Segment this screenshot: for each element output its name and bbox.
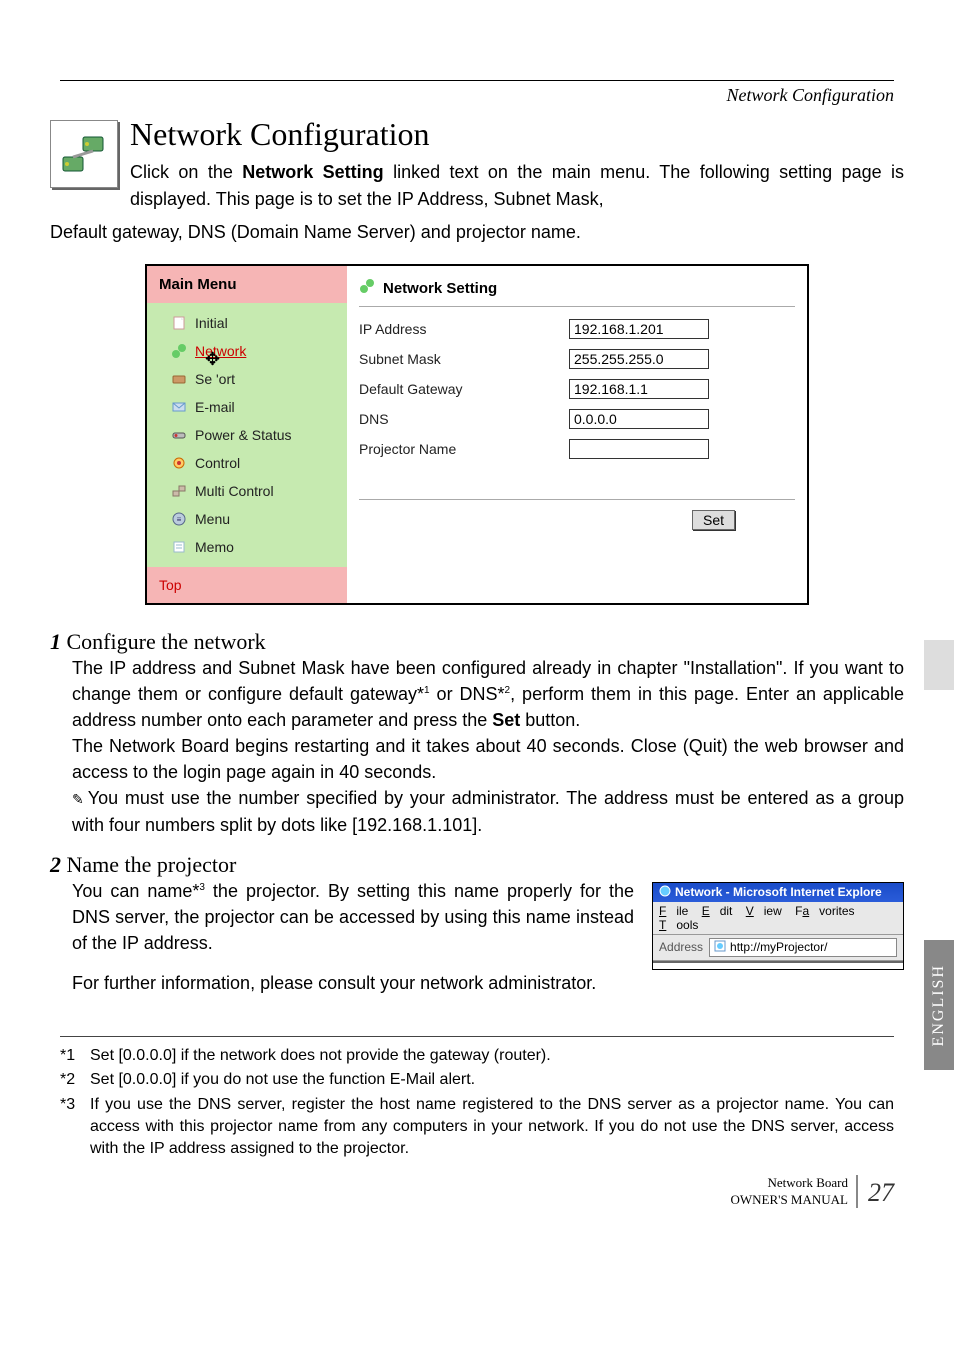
menu-list: Initial Network ✥ Se 'ort E-mail [147, 303, 347, 567]
footnotes: *1Set [0.0.0.0] if the network does not … [50, 1045, 904, 1161]
menu-icon: ≡ [171, 511, 187, 527]
menu-item-setting-port[interactable]: Se 'ort [147, 365, 347, 393]
ie-icon [659, 885, 671, 900]
set-button[interactable]: Set [692, 510, 735, 530]
menu-item-menu[interactable]: ≡ Menu [147, 505, 347, 533]
dns-input[interactable] [569, 409, 709, 429]
network-setting-panel: Network Setting IP Address Subnet Mask D… [347, 266, 807, 603]
sidebar-title: Main Menu [147, 266, 347, 303]
browser-menubar: FFileile Edit View Favorites Tools [653, 902, 903, 935]
network-section-icon [50, 120, 118, 188]
menu-item-network[interactable]: Network ✥ [147, 337, 347, 365]
menu-item-power-status[interactable]: Power & Status [147, 421, 347, 449]
network-icon [359, 278, 375, 298]
page-number: 27 [868, 1178, 894, 1208]
address-input[interactable]: http://myProjector/ [709, 938, 897, 957]
step-title: Configure the network [61, 629, 266, 654]
browser-address-bar: Address http://myProjector/ [653, 935, 903, 961]
ip-address-input[interactable] [569, 319, 709, 339]
menu-item-email[interactable]: E-mail [147, 393, 347, 421]
footnote-separator [60, 1036, 894, 1037]
projector-name-input[interactable] [569, 439, 709, 459]
step2-paragraph2: For further information, please consult … [72, 970, 904, 996]
running-header: Network Configuration [50, 81, 904, 116]
multi-control-icon [171, 483, 187, 499]
menu-tools[interactable]: Tools [659, 918, 698, 932]
menu-item-memo[interactable]: Memo [147, 533, 347, 561]
browser-window: Network - Microsoft Internet Explore FFi… [652, 882, 904, 970]
menu-view[interactable]: View [746, 904, 782, 918]
language-tab: ENGLISH [924, 940, 954, 1070]
menu-favorites[interactable]: Favorites [795, 904, 854, 918]
thumb-tab [924, 640, 954, 690]
memo-icon [171, 539, 187, 555]
menu-edit[interactable]: Edit [702, 904, 733, 918]
subnet-mask-input[interactable] [569, 349, 709, 369]
field-projector-name: Projector Name [359, 439, 795, 459]
step-number: 1 [50, 629, 61, 654]
port-icon [171, 371, 187, 387]
page-icon [171, 315, 187, 331]
menu-item-multi-control[interactable]: Multi Control [147, 477, 347, 505]
top-link[interactable]: Top [147, 567, 347, 603]
field-ip-address: IP Address [359, 319, 795, 339]
step-1: 1 Configure the network The IP address a… [50, 629, 904, 838]
page-footer: Network Board OWNER'S MANUAL 27 [50, 1175, 904, 1209]
step-title: Name the projector [61, 852, 236, 877]
intro-continuation: Default gateway, DNS (Domain Name Server… [50, 219, 904, 246]
control-icon [171, 455, 187, 471]
field-dns: DNS [359, 409, 795, 429]
page-title: Network Configuration [130, 116, 904, 153]
step1-note: ✎You must use the number specified by yo… [72, 785, 904, 837]
ie-page-icon [714, 940, 726, 955]
field-subnet-mask: Subnet Mask [359, 349, 795, 369]
intro-paragraph: Click on the Network Setting linked text… [130, 159, 904, 213]
default-gateway-input[interactable] [569, 379, 709, 399]
power-icon [171, 427, 187, 443]
svg-text:≡: ≡ [177, 515, 182, 524]
network-setting-window: Main Menu Initial Network ✥ Se 'ort [145, 264, 809, 605]
panel-title: Network Setting [359, 274, 795, 307]
main-menu-sidebar: Main Menu Initial Network ✥ Se 'ort [147, 266, 347, 603]
network-icon [171, 343, 187, 359]
pencil-icon: ✎ [72, 791, 84, 807]
step-2: 2 Name the projector You can name*3 the … [50, 852, 904, 996]
browser-titlebar: Network - Microsoft Internet Explore [653, 883, 903, 902]
menu-item-control[interactable]: Control [147, 449, 347, 477]
menu-file[interactable]: FFileile [659, 904, 688, 918]
step-number: 2 [50, 852, 61, 877]
step1-paragraph2: The Network Board begins restarting and … [72, 733, 904, 785]
menu-item-initial[interactable]: Initial [147, 309, 347, 337]
browser-content [653, 961, 903, 969]
field-default-gateway: Default Gateway [359, 379, 795, 399]
email-icon [171, 399, 187, 415]
